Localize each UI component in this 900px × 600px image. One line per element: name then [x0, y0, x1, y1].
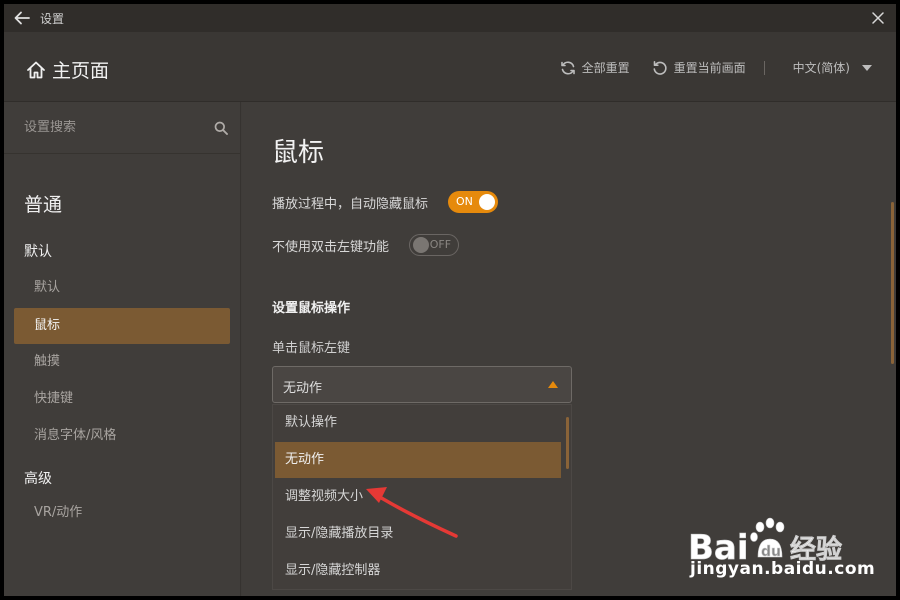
main-scrollbar[interactable]	[891, 202, 894, 364]
close-button[interactable]	[868, 8, 888, 28]
caret-up-icon	[548, 381, 558, 388]
language-label: 中文(简体)	[792, 61, 850, 75]
back-arrow-icon	[14, 11, 30, 25]
toggle-state-label: ON	[456, 195, 473, 208]
dropdown-scrollbar[interactable]	[566, 417, 569, 469]
refresh-current-icon	[653, 60, 667, 75]
reset-all-button[interactable]: 全部重置	[560, 59, 630, 76]
search-icon[interactable]	[214, 121, 228, 135]
sidebar-item-mouse[interactable]: 鼠标	[14, 308, 230, 344]
sidebar-section-advanced[interactable]: 高级	[24, 468, 52, 488]
sidebar-group-default[interactable]: 默认	[24, 241, 52, 261]
svg-text:du: du	[761, 544, 781, 560]
refresh-all-icon	[560, 60, 575, 75]
toggle-knob	[479, 194, 496, 210]
window-title: 设置	[40, 11, 65, 26]
title-bar: 设置	[4, 4, 896, 32]
toggle-knob	[413, 237, 430, 253]
sidebar: 普通 默认 默认 鼠标 触摸 快捷键 消息字体/风格 高级 VR/动作	[4, 102, 241, 596]
select-value: 无动作	[283, 381, 323, 396]
watermark-url: jingyan.baidu.com	[690, 559, 876, 579]
reset-all-label: 全部重置	[581, 61, 630, 75]
dropdown-option-no-action[interactable]: 无动作	[275, 442, 561, 478]
home-title: 主页面	[52, 60, 110, 82]
back-button[interactable]	[4, 4, 40, 32]
section-heading-mouse-operation: 设置鼠标操作	[272, 301, 351, 316]
dropdown-option-toggle-controller[interactable]: 显示/隐藏控制器	[275, 553, 561, 589]
toggle-state-label: OFF	[429, 238, 452, 251]
sidebar-item-vr-motion[interactable]: VR/动作	[14, 495, 230, 531]
search-input[interactable]	[24, 120, 204, 135]
no-dblclick-row: 不使用双击左键功能 OFF	[272, 234, 460, 256]
left-click-label: 单击鼠标左键	[272, 341, 351, 356]
page-title: 鼠标	[272, 138, 325, 168]
no-dblclick-toggle[interactable]: OFF	[409, 234, 460, 256]
sidebar-item-message-font[interactable]: 消息字体/风格	[14, 418, 230, 454]
sidebar-item-touch[interactable]: 触摸	[14, 344, 230, 380]
sidebar-item-shortcuts[interactable]: 快捷键	[14, 381, 230, 417]
auto-hide-row: 播放过程中，自动隐藏鼠标 ON	[272, 191, 499, 213]
header: 主页面 全部重置 重置当前画面 中文(简体)	[4, 32, 896, 102]
auto-hide-label: 播放过程中，自动隐藏鼠标	[272, 196, 429, 212]
reset-current-button[interactable]: 重置当前画面	[652, 59, 746, 76]
header-actions: 全部重置 重置当前画面 中文(简体)	[560, 59, 872, 76]
header-divider	[763, 60, 765, 75]
language-select[interactable]: 中文(简体)	[793, 59, 872, 76]
dropdown-option-default-action[interactable]: 默认操作	[275, 405, 561, 441]
search-box	[4, 102, 241, 154]
dropdown-option-toggle-playlist[interactable]: 显示/隐藏播放目录	[275, 516, 561, 552]
reset-current-label: 重置当前画面	[673, 61, 746, 75]
sidebar-item-default[interactable]: 默认	[14, 270, 230, 306]
home-link[interactable]: 主页面	[26, 56, 109, 83]
auto-hide-toggle[interactable]: ON	[448, 191, 499, 213]
left-click-action-select[interactable]: 无动作	[272, 366, 572, 403]
home-icon	[27, 61, 45, 78]
close-icon	[872, 12, 884, 24]
dropdown-option-resize-video[interactable]: 调整视频大小	[275, 479, 561, 515]
no-dblclick-label: 不使用双击左键功能	[272, 239, 390, 255]
sidebar-section-general: 普通	[24, 194, 63, 216]
chevron-down-icon	[862, 64, 872, 71]
left-click-dropdown-list: 默认操作 无动作 调整视频大小 显示/隐藏播放目录 显示/隐藏控制器	[272, 404, 572, 590]
